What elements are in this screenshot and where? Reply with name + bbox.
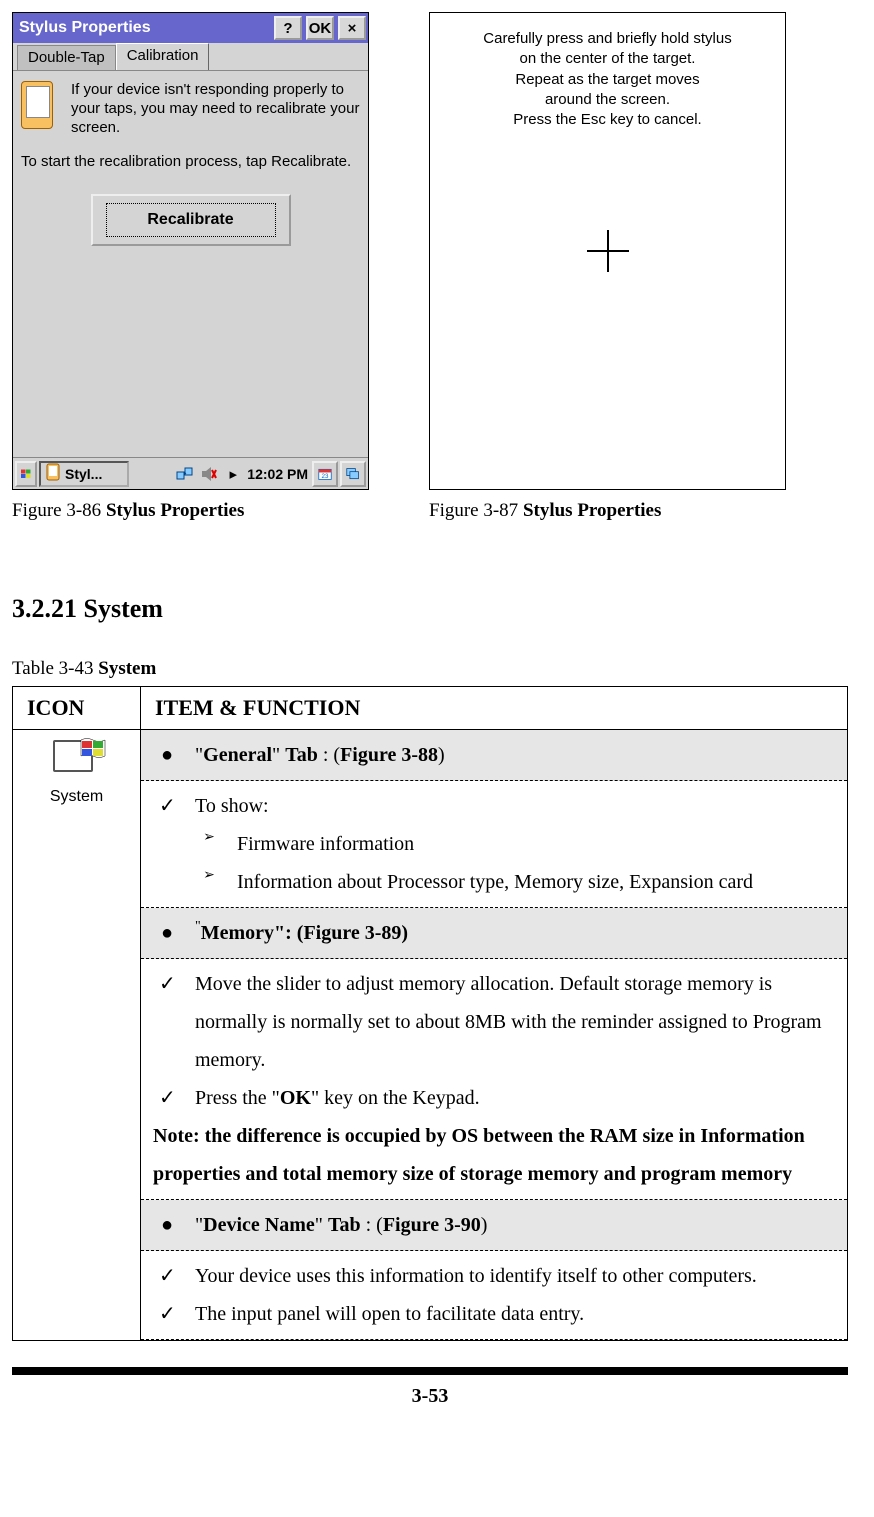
general-tab-text: "General" Tab : (Figure 3-88) — [195, 736, 445, 774]
window-title: Stylus Properties — [19, 19, 270, 37]
stylus-device-icon — [21, 81, 61, 141]
press-ok-text: Press the "OK" key on the Keypad. — [195, 1079, 480, 1117]
calibration-panel: Carefully press and briefly hold stylus … — [429, 12, 786, 490]
clock-arrow-icon: ▸ — [223, 464, 243, 484]
system-table: ICON ITEM & FUNCTION System — [12, 686, 848, 1341]
check-icon: ✓ — [159, 1257, 175, 1295]
calendar-icon[interactable]: 23 — [312, 461, 338, 487]
section-heading: 3.2.21 System — [12, 594, 848, 624]
bullet-icon: ● — [159, 1206, 175, 1244]
firmware-text: Firmware information — [237, 825, 414, 863]
tab-double-tap[interactable]: Double-Tap — [17, 45, 116, 70]
table-header-row: ICON ITEM & FUNCTION — [13, 687, 848, 730]
devname-body-row: ✓ Your device uses this information to i… — [141, 1251, 847, 1340]
taskbar-app-label: Styl... — [65, 466, 102, 482]
devname-inputpanel-text: The input panel will open to facilitate … — [195, 1295, 584, 1333]
figure-right-caption: Figure 3-87 Stylus Properties — [429, 500, 786, 522]
tab-calibration[interactable]: Calibration — [116, 43, 210, 70]
help-button[interactable]: ? — [274, 16, 302, 40]
figure-left: Stylus Properties ? OK × Double-Tap Cali… — [12, 12, 369, 522]
calibration-instructions: Carefully press and briefly hold stylus … — [446, 29, 769, 130]
bullet-icon: ● — [159, 914, 175, 952]
chevron-right-icon: ➢ — [201, 863, 217, 901]
general-body-row: ✓ To show: ➢ Firmware information ➢ Info… — [141, 781, 847, 908]
table-row: System ● "General" Tab : (Figure 3-88) ✓… — [13, 730, 848, 1341]
processor-text: Information about Processor type, Memory… — [237, 863, 753, 901]
devname-identify-text: Your device uses this information to ide… — [195, 1257, 757, 1295]
check-icon: ✓ — [159, 965, 175, 1079]
start-button[interactable] — [15, 461, 37, 487]
stylus-properties-window: Stylus Properties ? OK × Double-Tap Cali… — [12, 12, 369, 490]
chevron-right-icon: ➢ — [201, 825, 217, 863]
calibration-target-icon[interactable] — [585, 228, 631, 274]
figure-left-caption: Figure 3-86 Stylus Properties — [12, 500, 369, 522]
general-tab-row: ● "General" Tab : (Figure 3-88) — [141, 730, 847, 781]
start-instruction-text: To start the recalibration process, tap … — [21, 153, 360, 172]
memory-tab-row: ● "Memory": (Figure 3-89) — [141, 908, 847, 959]
taskbar: Styl... ▸ 12:02 PM 23 — [13, 457, 368, 489]
icon-cell: System — [13, 730, 141, 1341]
memory-slider-text: Move the slider to adjust memory allocat… — [195, 965, 839, 1079]
memory-note-text: Note: the difference is occupied by OS b… — [149, 1117, 839, 1193]
titlebar: Stylus Properties ? OK × — [13, 13, 368, 43]
system-tray: ▸ 12:02 PM — [131, 464, 310, 484]
memory-tab-text: "Memory": (Figure 3-89) — [195, 914, 408, 952]
check-icon: ✓ — [159, 787, 175, 825]
devname-tab-row: ● "Device Name" Tab : (Figure 3-90) — [141, 1200, 847, 1251]
recalibrate-button-label: Recalibrate — [106, 203, 276, 237]
to-show-text: To show: — [195, 787, 269, 825]
windows-flag-icon — [21, 465, 31, 483]
info-row: If your device isn't responding properly… — [21, 81, 360, 141]
network-icon[interactable] — [175, 464, 195, 484]
devname-tab-text: "Device Name" Tab : (Figure 3-90) — [195, 1206, 487, 1244]
content-cell: ● "General" Tab : (Figure 3-88) ✓ To sho… — [141, 730, 848, 1341]
taskbar-app-button[interactable]: Styl... — [39, 461, 129, 487]
header-item-function: ITEM & FUNCTION — [141, 687, 848, 730]
tab-strip: Double-Tap Calibration — [13, 43, 368, 71]
figure-right: Carefully press and briefly hold stylus … — [429, 12, 786, 522]
check-icon: ✓ — [159, 1079, 175, 1117]
icon-label: System — [19, 788, 134, 806]
tab-panel: If your device isn't responding properly… — [13, 71, 368, 457]
page-number: 3-53 — [12, 1385, 848, 1408]
speaker-muted-icon[interactable] — [199, 464, 219, 484]
ok-button[interactable]: OK — [306, 16, 334, 40]
close-button[interactable]: × — [338, 16, 366, 40]
bullet-icon: ● — [159, 736, 175, 774]
calibration-info-text: If your device isn't responding properly… — [71, 81, 360, 141]
check-icon: ✓ — [159, 1295, 175, 1333]
stylus-taskbar-icon — [45, 462, 61, 485]
recalibrate-button[interactable]: Recalibrate — [91, 194, 291, 246]
footer-rule — [12, 1367, 848, 1375]
system-icon — [53, 740, 101, 784]
memory-body-row: ✓ Move the slider to adjust memory alloc… — [141, 959, 847, 1200]
figures-row: Stylus Properties ? OK × Double-Tap Cali… — [12, 12, 848, 522]
header-icon: ICON — [13, 687, 141, 730]
desktop-icon[interactable] — [340, 461, 366, 487]
clock-time: 12:02 PM — [247, 466, 308, 482]
taskbar-end-buttons: 23 — [312, 461, 366, 487]
table-caption: Table 3-43 System — [12, 658, 848, 680]
svg-text:23: 23 — [322, 472, 329, 479]
